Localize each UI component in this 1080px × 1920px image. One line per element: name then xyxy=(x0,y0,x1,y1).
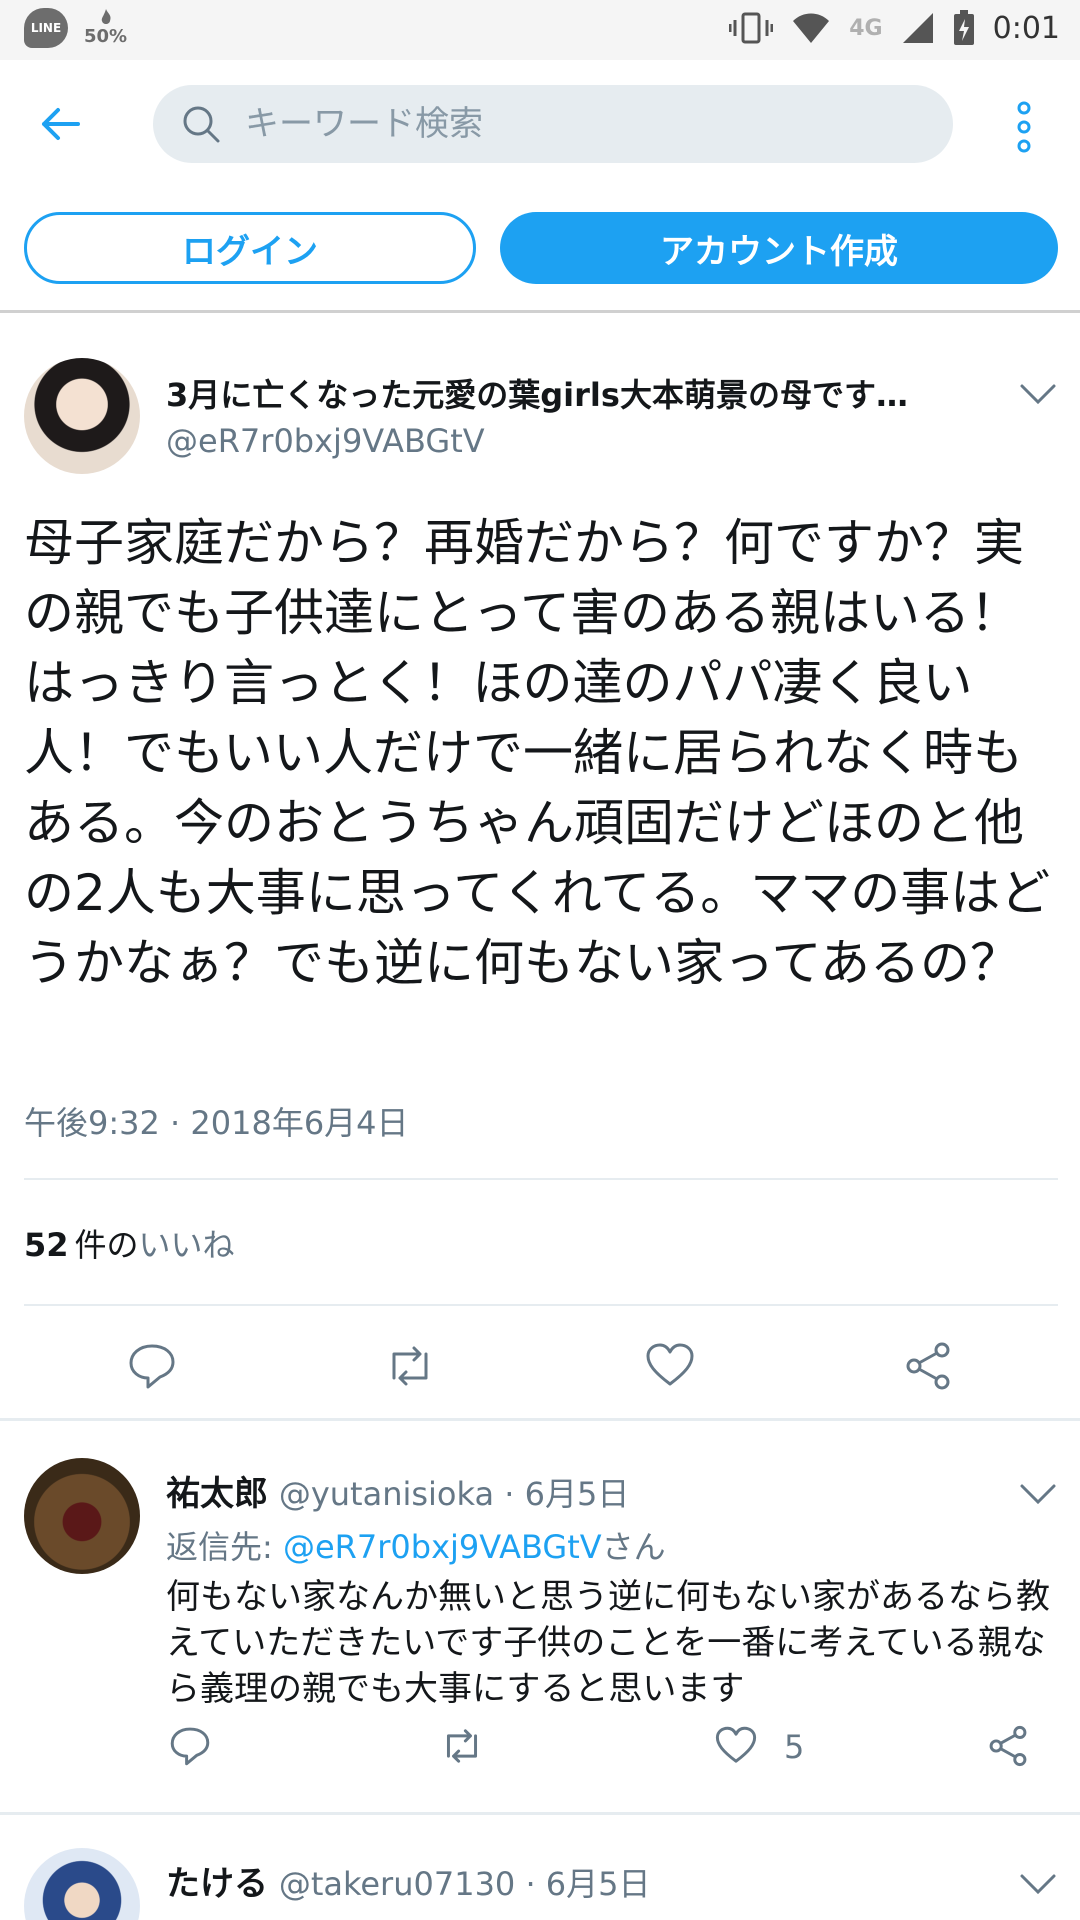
share-icon[interactable] xyxy=(902,1340,954,1392)
tweet-timestamp: 午後9:32 · 2018年6月4日 xyxy=(24,1104,409,1142)
search-box[interactable] xyxy=(153,85,953,163)
chevron-down-icon[interactable] xyxy=(1018,1480,1058,1508)
divider xyxy=(0,310,1080,313)
more-vertical-icon xyxy=(1017,101,1031,153)
chevron-down-icon[interactable] xyxy=(1018,1870,1058,1898)
back-arrow-icon xyxy=(42,108,80,140)
tweet-text: 母子家庭だから？再婚だから？何ですか？実の親でも子供達にとって害のある親はいる！… xyxy=(24,514,1051,992)
divider xyxy=(24,1178,1058,1180)
reply-to-line: 返信先: @eR7r0bxj9VABGtVさん xyxy=(166,1528,666,1566)
divider xyxy=(0,1418,1080,1421)
share-icon[interactable] xyxy=(986,1724,1030,1768)
reply-to-mention[interactable]: @eR7r0bxj9VABGtV xyxy=(283,1528,602,1566)
author-name[interactable]: 3月に亡くなった元愛の葉girls大本萌景の母です… xyxy=(166,370,966,416)
clock: 0:01 xyxy=(992,10,1060,46)
reply-icon[interactable] xyxy=(126,1340,178,1392)
reply-avatar[interactable] xyxy=(24,1848,140,1920)
reply-author[interactable]: 祐太郎 @yutanisioka · 6月5日 xyxy=(166,1466,629,1515)
search-icon xyxy=(183,106,220,143)
signal-icon xyxy=(902,13,933,43)
login-button[interactable]: ログイン xyxy=(24,212,476,284)
reply-author[interactable]: たける @takeru07130 · 6月5日 xyxy=(166,1856,651,1905)
vibrate-icon xyxy=(729,12,774,44)
battery-charging-icon xyxy=(953,10,974,45)
top-bar xyxy=(0,60,1080,188)
heart-icon[interactable] xyxy=(644,1340,696,1392)
likes-unit: 件の xyxy=(74,1226,139,1264)
divider xyxy=(0,1812,1080,1815)
reply-icon[interactable] xyxy=(168,1724,212,1768)
battery-saver-icon: 50% xyxy=(84,9,127,47)
like-count: 5 xyxy=(784,1728,805,1766)
wifi-icon xyxy=(793,13,830,43)
line-app-icon: LINE xyxy=(24,8,68,48)
status-bar: LINE 50% 4G 0:01 xyxy=(0,0,1080,60)
network-type: 4G xyxy=(849,15,883,41)
author-avatar[interactable] xyxy=(24,358,140,474)
search-input[interactable] xyxy=(245,104,845,144)
signup-button[interactable]: アカウント作成 xyxy=(500,212,1058,284)
tweet-actions xyxy=(0,1340,1080,1400)
retweet-icon[interactable] xyxy=(384,1340,436,1392)
back-button[interactable] xyxy=(36,100,84,148)
divider xyxy=(24,1304,1058,1306)
chevron-down-icon[interactable] xyxy=(1018,380,1058,408)
battery-saver-level: 50% xyxy=(84,26,128,47)
retweet-icon[interactable] xyxy=(440,1724,484,1768)
likes-label: いいね xyxy=(138,1226,235,1264)
reply-meta: @yutanisioka · 6月5日 xyxy=(278,1475,630,1513)
reply-meta: @takeru07130 · 6月5日 xyxy=(278,1865,651,1903)
author-handle[interactable]: @eR7r0bxj9VABGtV xyxy=(166,422,485,460)
reply-actions: 5 xyxy=(0,1724,1080,1774)
auth-row: ログイン アカウント作成 xyxy=(0,212,1080,286)
more-options-button[interactable] xyxy=(1008,100,1040,154)
likes-summary[interactable]: 52 件のいいね xyxy=(24,1220,235,1266)
reply-avatar[interactable] xyxy=(24,1458,140,1574)
likes-count: 52 xyxy=(24,1226,69,1264)
heart-icon[interactable] xyxy=(714,1724,758,1768)
reply-text: 何もない家なんか無いと思う逆に何もない家があるなら教えていただきたいです子供のこ… xyxy=(166,1577,1050,1709)
